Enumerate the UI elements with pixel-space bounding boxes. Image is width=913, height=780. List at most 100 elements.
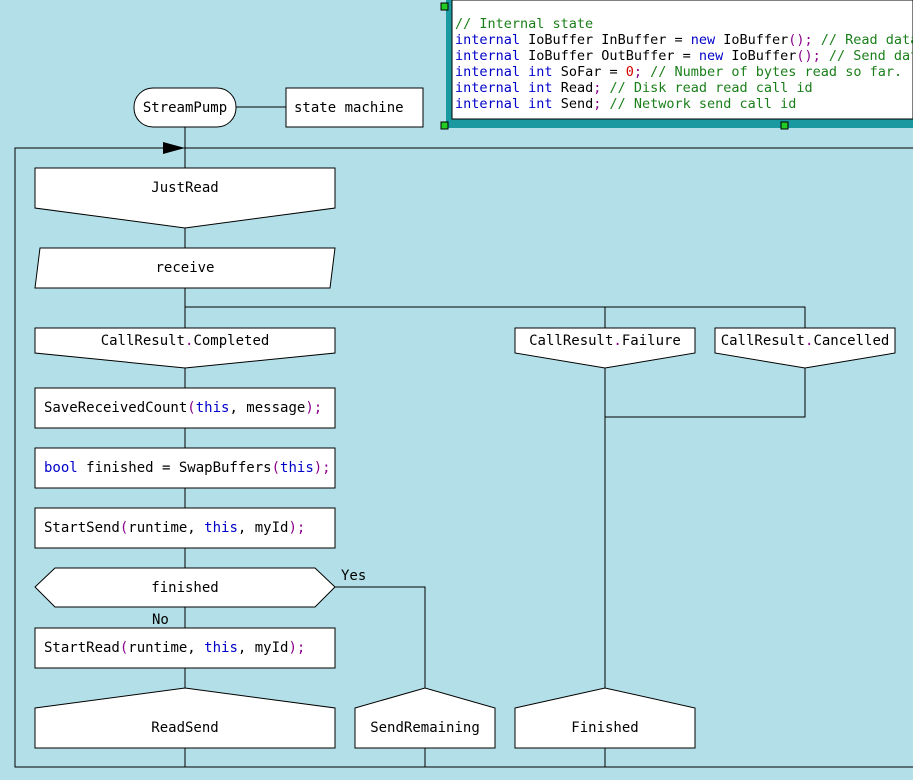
token: ( bbox=[187, 400, 195, 416]
token: ); bbox=[288, 520, 305, 536]
state-machine-label: state machine bbox=[294, 100, 404, 116]
decision-finished[interactable]: finished bbox=[34, 567, 336, 608]
case-failure[interactable]: CallResult.Failure bbox=[514, 327, 696, 369]
token: this bbox=[196, 400, 230, 416]
code-panel[interactable]: // Internal state internal IoBuffer InBuf… bbox=[440, 0, 913, 130]
token: // Network send call id bbox=[601, 96, 796, 112]
token: // Send data bbox=[821, 48, 913, 64]
state-read-send-label: ReadSend bbox=[151, 720, 218, 736]
action-start-send-label: StartSend(runtime, this, myId); bbox=[44, 520, 305, 536]
token: runtime, bbox=[128, 520, 204, 536]
token: CallResult bbox=[529, 333, 613, 349]
resize-handle-top-left[interactable] bbox=[440, 2, 449, 11]
token: internal bbox=[455, 64, 520, 80]
token: this bbox=[280, 460, 314, 476]
token: int bbox=[528, 96, 552, 112]
state-send-remaining-label: SendRemaining bbox=[370, 720, 480, 736]
case-completed-label: CallResult.Completed bbox=[101, 333, 270, 349]
token: int bbox=[528, 80, 552, 96]
action-start-read-label: StartRead(runtime, this, myId); bbox=[44, 640, 305, 656]
token: IoBuffer bbox=[723, 48, 796, 64]
token: finished = SwapBuffers bbox=[78, 460, 272, 476]
token: , myId bbox=[238, 640, 289, 656]
token: 0 bbox=[626, 64, 634, 80]
token: CallResult bbox=[721, 333, 805, 349]
state-just-read[interactable]: JustRead bbox=[34, 167, 336, 229]
token: SoFar = bbox=[553, 64, 626, 80]
token: (); bbox=[788, 32, 812, 48]
token: Cancelled bbox=[813, 333, 889, 349]
action-start-read[interactable]: StartRead(runtime, this, myId); bbox=[34, 627, 336, 669]
token: bool bbox=[44, 460, 78, 476]
token bbox=[520, 64, 528, 80]
receive-label: receive bbox=[155, 260, 214, 276]
token: ); bbox=[288, 640, 305, 656]
token: IoBuffer bbox=[715, 32, 788, 48]
token: ; bbox=[593, 80, 601, 96]
case-cancelled[interactable]: CallResult.Cancelled bbox=[714, 327, 896, 369]
action-start-send[interactable]: StartSend(runtime, this, myId); bbox=[34, 507, 336, 549]
token: // Disk read read call id bbox=[601, 80, 812, 96]
start-node-label: StreamPump bbox=[143, 100, 227, 116]
token: ( bbox=[120, 640, 128, 656]
token: CallResult bbox=[101, 333, 185, 349]
token: . bbox=[805, 333, 813, 349]
branch-no-label: No bbox=[152, 612, 169, 628]
token: , myId bbox=[238, 520, 289, 536]
state-read-send[interactable]: ReadSend bbox=[34, 687, 336, 749]
token: this bbox=[204, 520, 238, 536]
token: this bbox=[204, 640, 238, 656]
action-swap-buffers[interactable]: bool finished = SwapBuffers(this); bbox=[34, 447, 336, 489]
token: internal bbox=[455, 48, 520, 64]
token bbox=[520, 96, 528, 112]
token: ( bbox=[120, 520, 128, 536]
token: ); bbox=[305, 400, 322, 416]
frame-arrow-icon bbox=[163, 142, 185, 154]
token: ( bbox=[272, 460, 280, 476]
token: Failure bbox=[622, 333, 681, 349]
token: . bbox=[613, 333, 621, 349]
token: Read bbox=[553, 80, 594, 96]
token: new bbox=[699, 48, 724, 64]
state-send-remaining[interactable]: SendRemaining bbox=[354, 687, 496, 749]
token: ; bbox=[593, 96, 601, 112]
state-finished[interactable]: Finished bbox=[514, 687, 696, 749]
token: Completed bbox=[193, 333, 269, 349]
token: , message bbox=[229, 400, 305, 416]
token: . bbox=[185, 333, 193, 349]
token: (); bbox=[796, 48, 820, 64]
decision-finished-label: finished bbox=[151, 580, 218, 596]
receive-node[interactable]: receive bbox=[34, 247, 336, 289]
token: IoBuffer OutBuffer = bbox=[520, 48, 699, 64]
token: // Internal state bbox=[455, 16, 593, 32]
token: Send bbox=[553, 96, 594, 112]
token: int bbox=[528, 64, 552, 80]
state-just-read-label: JustRead bbox=[151, 180, 218, 196]
token bbox=[520, 80, 528, 96]
token: new bbox=[691, 32, 716, 48]
state-machine-box[interactable]: state machine bbox=[285, 87, 424, 128]
token: IoBuffer InBuffer = bbox=[520, 32, 691, 48]
token: ); bbox=[314, 460, 331, 476]
action-save-label: SaveReceivedCount(this, message); bbox=[44, 400, 322, 416]
resize-handle-bottom-left[interactable] bbox=[440, 121, 449, 130]
token: StartRead bbox=[44, 640, 120, 656]
token: internal bbox=[455, 96, 520, 112]
token: ; bbox=[634, 64, 642, 80]
start-node[interactable]: StreamPump bbox=[133, 87, 237, 128]
token: // Read data bbox=[813, 32, 913, 48]
token: runtime, bbox=[128, 640, 204, 656]
token: // Number of bytes read so far. bbox=[642, 64, 902, 80]
action-swap-label: bool finished = SwapBuffers(this); bbox=[44, 460, 331, 476]
diagram-canvas: // Internal state internal IoBuffer InBuf… bbox=[14, 0, 913, 768]
case-cancelled-label: CallResult.Cancelled bbox=[721, 333, 890, 349]
token: internal bbox=[455, 32, 520, 48]
token: StartSend bbox=[44, 520, 120, 536]
case-failure-label: CallResult.Failure bbox=[529, 333, 681, 349]
case-completed[interactable]: CallResult.Completed bbox=[34, 327, 336, 369]
branch-yes-label: Yes bbox=[341, 568, 366, 584]
token: SaveReceivedCount bbox=[44, 400, 187, 416]
action-save-received-count[interactable]: SaveReceivedCount(this, message); bbox=[34, 387, 336, 429]
resize-handle-bottom-center[interactable] bbox=[780, 121, 789, 130]
token: internal bbox=[455, 80, 520, 96]
